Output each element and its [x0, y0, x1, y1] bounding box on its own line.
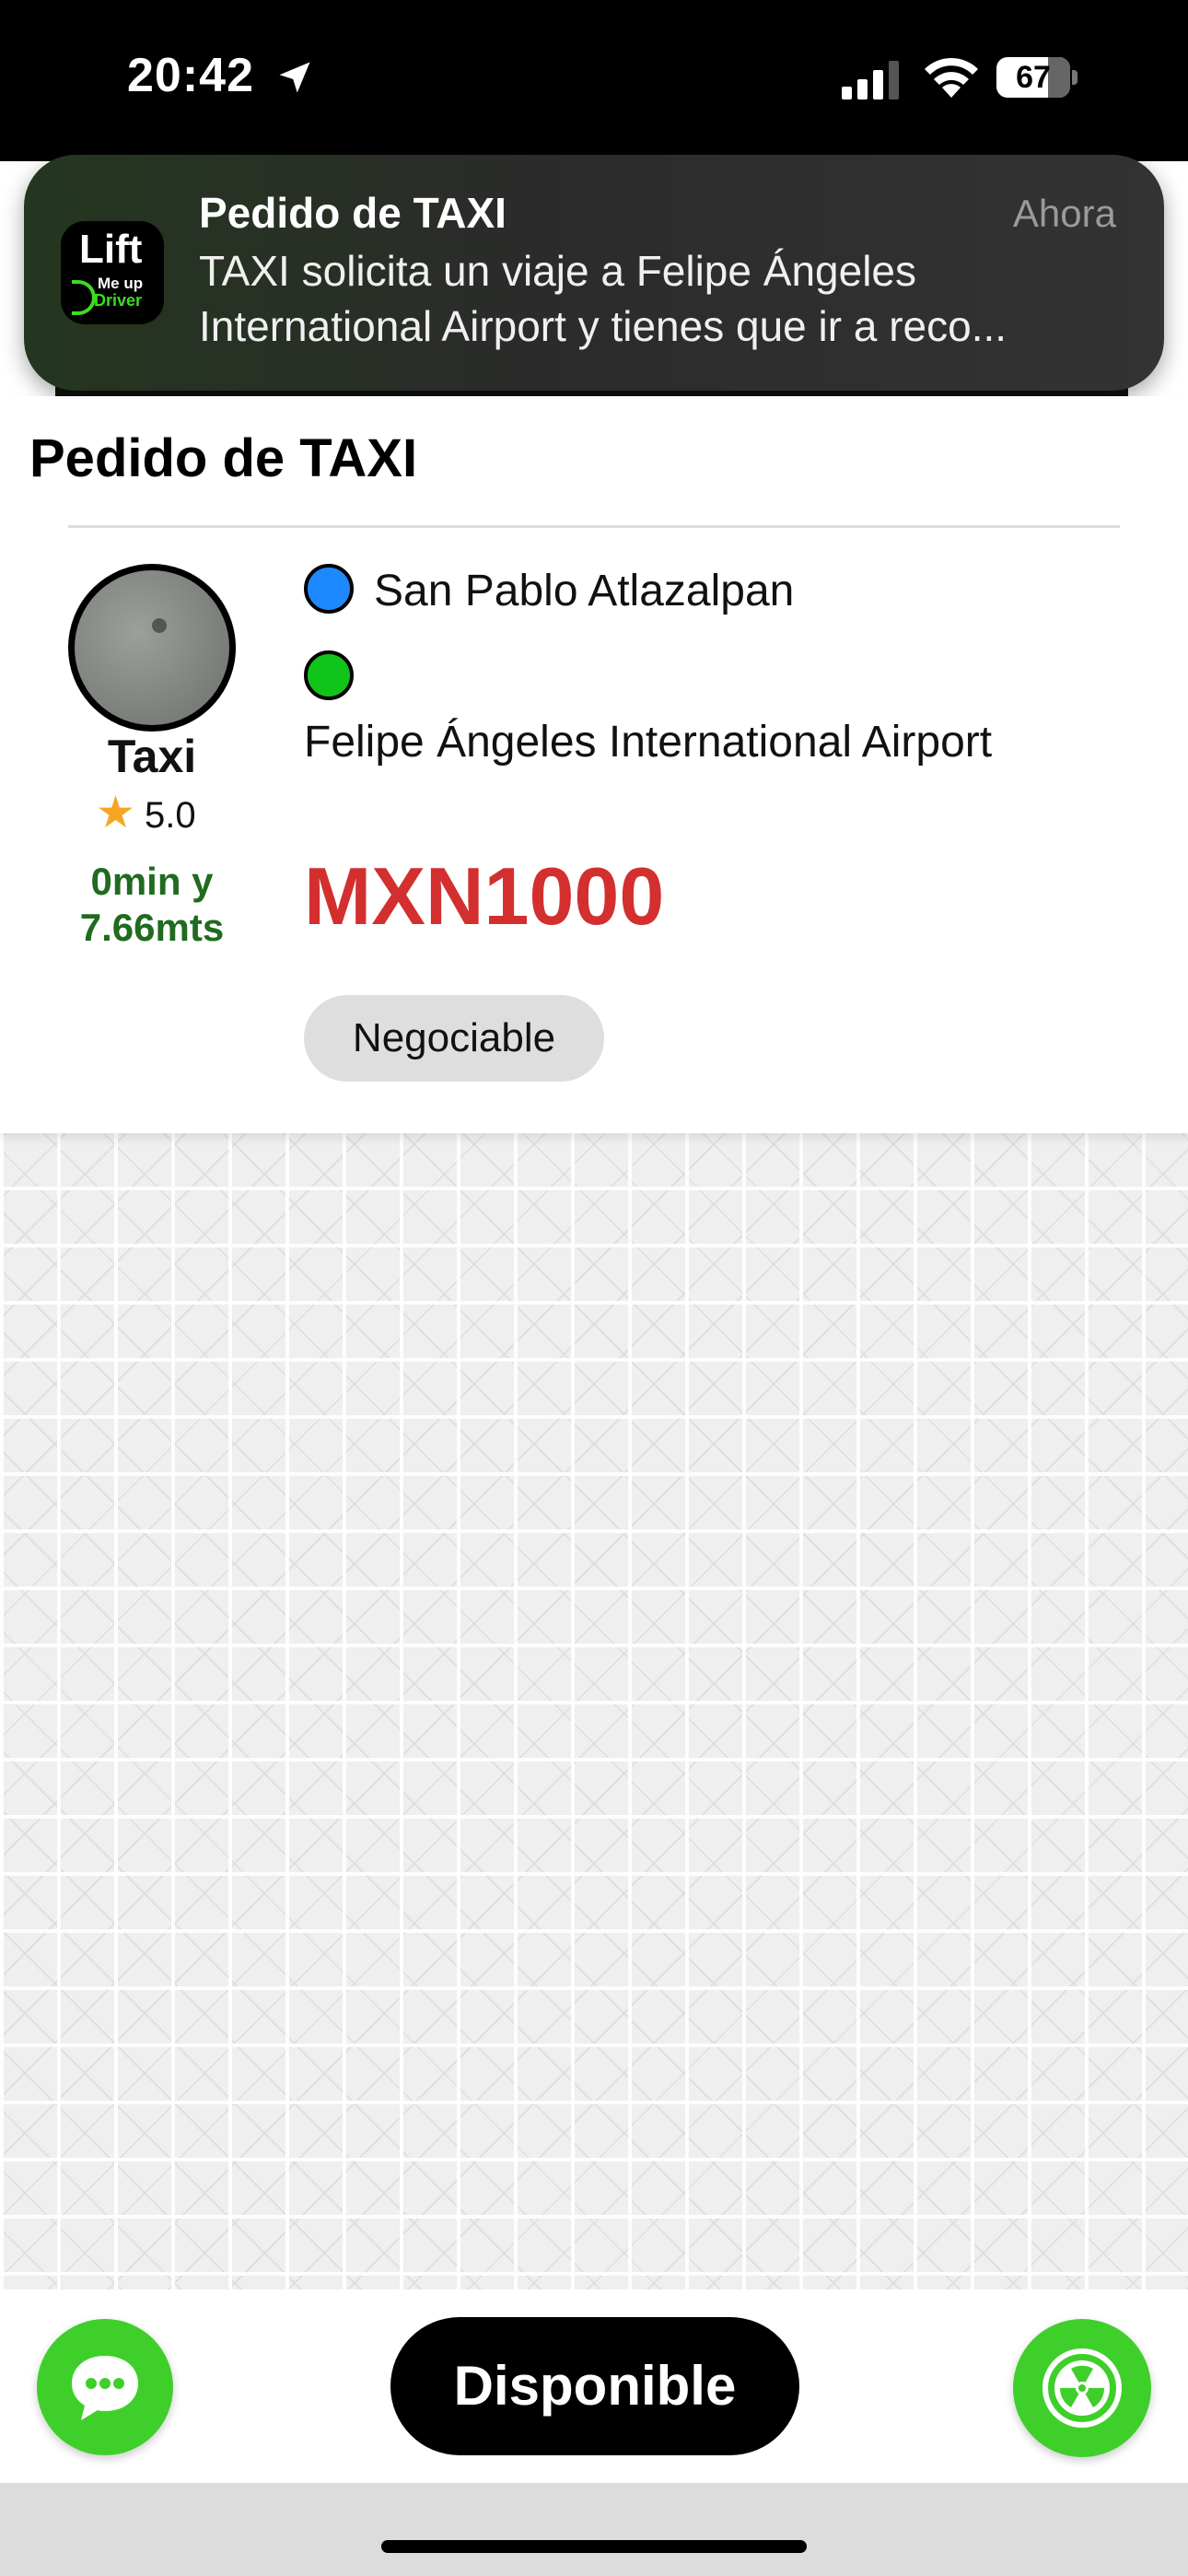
status-bar: 20:42 67 — [0, 0, 1188, 161]
chat-button[interactable] — [37, 2319, 173, 2455]
battery-level: 67 — [1016, 60, 1051, 95]
home-indicator[interactable] — [381, 2540, 807, 2553]
driver-avatar — [68, 564, 236, 732]
notification-body-line1: TAXI solicita un viaje a Felipe Ángeles — [199, 247, 916, 295]
dropoff-location: Felipe Ángeles International Airport — [304, 718, 993, 767]
card-divider — [68, 525, 1120, 528]
bottom-bar: Disponible — [0, 2289, 1188, 2483]
chat-bubble-icon — [72, 2356, 138, 2420]
dropoff-dot-icon — [304, 650, 354, 700]
status-time: 20:42 — [127, 49, 254, 102]
location-arrow-icon — [274, 57, 315, 98]
driver-name: Taxi — [107, 731, 197, 782]
wifi-icon — [921, 53, 982, 100]
ride-price: MXN1000 — [304, 850, 665, 942]
available-button[interactable]: Disponible — [390, 2317, 799, 2455]
ride-request-card[interactable]: Pedido de TAXI Taxi ★ 5.0 0min y 7.66mts … — [0, 396, 1188, 1133]
notification-time: Ahora — [1012, 192, 1116, 235]
driver-rating: ★ 5.0 — [96, 787, 196, 838]
notification-body: TAXI solicita un viaje a Felipe Ángeles … — [199, 243, 1120, 354]
app-icon-driver: Driver — [94, 291, 143, 310]
map-view[interactable] — [0, 1133, 1188, 2289]
cellular-signal-icon — [842, 59, 903, 100]
app-icon-brand: Lift — [79, 227, 143, 272]
app-icon-arc — [72, 280, 96, 315]
app-icon-subtitle: Me up — [98, 275, 144, 292]
negotiable-badge[interactable]: Negociable — [304, 995, 604, 1082]
rating-value: 5.0 — [145, 795, 196, 836]
notification-title: Pedido de TAXI — [199, 189, 507, 237]
eta-line2: 7.66mts — [79, 906, 225, 949]
radiation-icon — [1042, 2348, 1122, 2428]
eta-line1: 0min y — [90, 860, 214, 903]
radar-button[interactable] — [1013, 2319, 1151, 2457]
eta-distance: 0min y 7.66mts — [53, 859, 250, 951]
pickup-location: San Pablo Atlazalpan — [374, 567, 795, 615]
pickup-dot-icon — [304, 564, 354, 614]
battery-icon: 67 — [996, 57, 1079, 98]
home-indicator-area — [0, 2483, 1188, 2576]
notification-banner[interactable]: Lift Me up Driver Pedido de TAXI Ahora T… — [24, 155, 1164, 391]
lift-me-up-driver-app-icon: Lift Me up Driver — [61, 221, 164, 324]
notification-body-line2: International Airport y tienes que ir a … — [199, 302, 1007, 350]
card-title: Pedido de TAXI — [29, 428, 418, 488]
star-icon: ★ — [96, 789, 136, 837]
